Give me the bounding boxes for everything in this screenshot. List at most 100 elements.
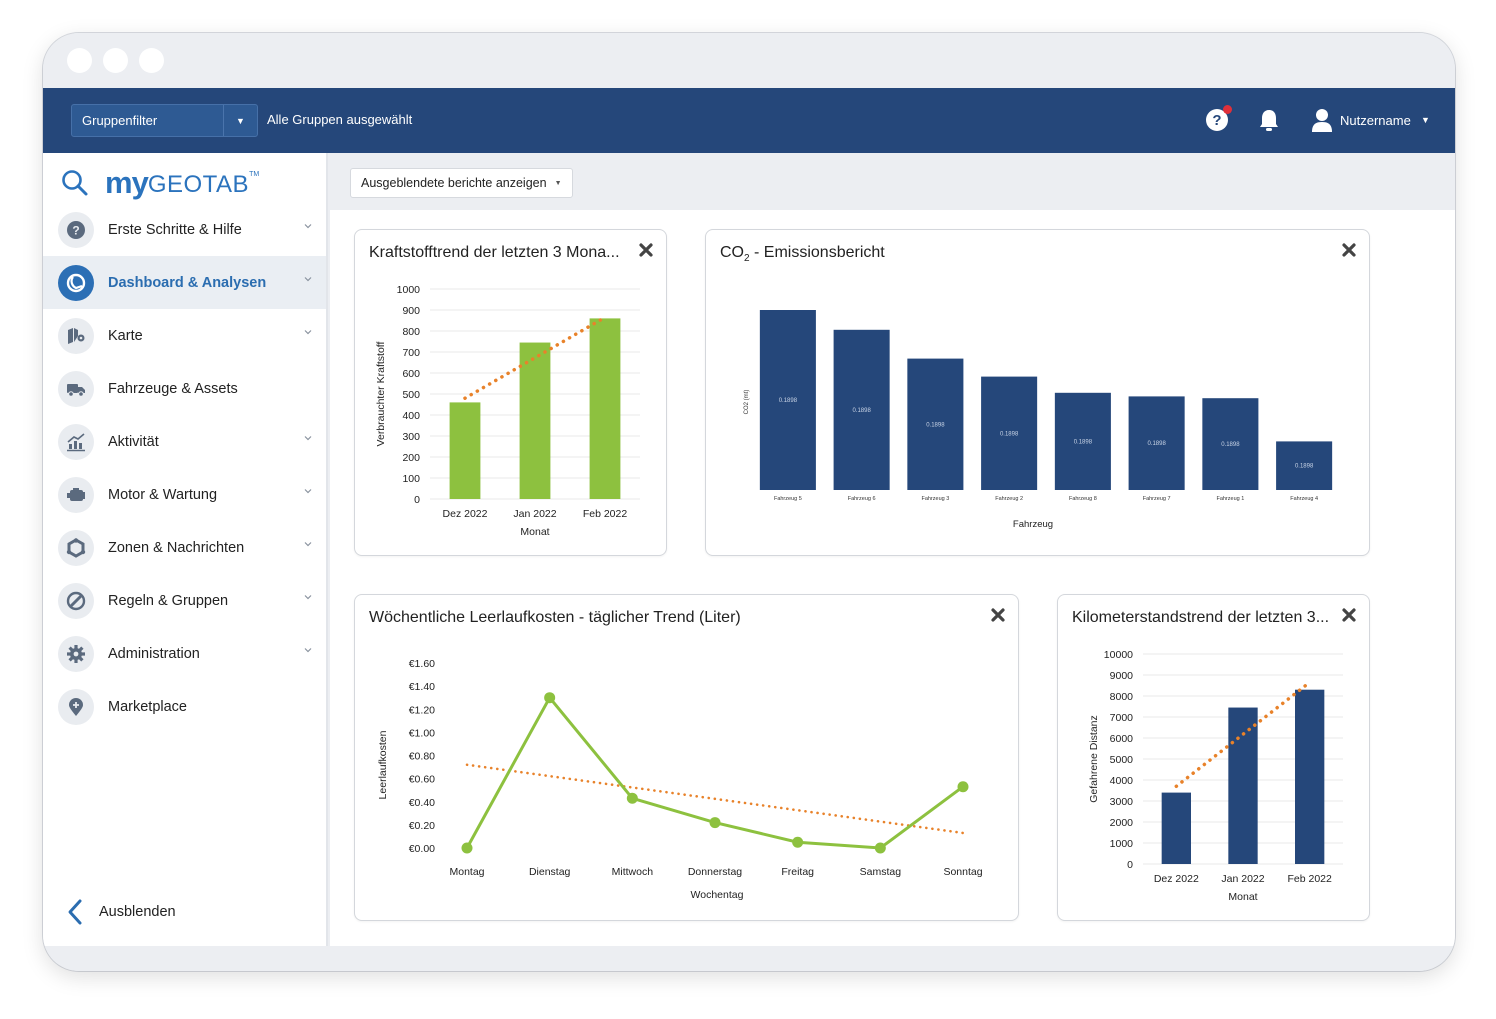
- chevron-down-icon[interactable]: [304, 434, 312, 442]
- brand-tm: TM: [249, 171, 260, 178]
- sidebar-item-label: Aktivität: [108, 433, 159, 450]
- window-control-dot[interactable]: [67, 48, 92, 73]
- bar-data-label: 0.1898: [1295, 464, 1314, 470]
- sidebar-item-administration[interactable]: Administration: [43, 627, 326, 680]
- y-axis-label: Gefahrene Distanz: [1088, 715, 1100, 803]
- group-filter-dropdown[interactable]: Gruppenfilter ▼: [71, 104, 258, 137]
- help-button[interactable]: ?: [1206, 105, 1232, 131]
- brand-name: GEOTAB: [147, 171, 250, 198]
- y-tick-label: 0: [1127, 859, 1133, 871]
- search-icon[interactable]: [61, 169, 89, 197]
- bar: [519, 342, 551, 499]
- y-tick-label: 100: [402, 473, 420, 485]
- question-mark-icon: ?: [1212, 111, 1222, 129]
- chevron-down-icon[interactable]: [304, 540, 312, 548]
- dashboard-content: 0 100 200 300 400 500 600 700 800 900 1000 Dez 2022…: [330, 210, 1455, 946]
- rules-icon: [58, 582, 94, 619]
- data-point: [957, 781, 969, 793]
- sidebar-item-label: Erste Schritte & Hilfe: [108, 221, 242, 238]
- chevron-down-icon[interactable]: [304, 487, 312, 495]
- sidebar-item-erste-schritte-hilfe[interactable]: ? Erste Schritte & Hilfe: [43, 203, 326, 256]
- x-tick-label: Fahrzeug 7: [1143, 496, 1171, 502]
- co2-emissions-chart: 0.1898 Fahrzeug 5 0.1898 Fahrzeug 6 0.1898 Fa…: [744, 310, 1333, 530]
- data-point: [874, 842, 886, 854]
- chevron-down-icon[interactable]: [304, 222, 312, 230]
- dashboard-toolbar: Ausgeblendete berichte anzeigen ▼: [330, 153, 1455, 210]
- y-tick-label: 800: [402, 326, 420, 338]
- sidebar-item-karte[interactable]: Karte: [43, 309, 326, 362]
- sidebar-item-label: Fahrzeuge & Assets: [108, 380, 238, 397]
- bar-data-label: 0.1898: [1221, 442, 1240, 448]
- data-point: [626, 792, 638, 804]
- x-tick-label: Fahrzeug 2: [995, 496, 1023, 502]
- y-axis-label: CO2 (mt): [744, 390, 750, 415]
- collapse-label: Ausblenden: [99, 904, 176, 920]
- brand-my: my: [105, 165, 149, 200]
- x-tick-label: Feb 2022: [583, 508, 628, 520]
- y-tick-label: €0.80: [409, 751, 435, 763]
- sidebar-item-marketplace[interactable]: Marketplace: [43, 680, 326, 733]
- x-axis-label: Wochentag: [691, 889, 744, 901]
- y-tick-label: 4000: [1110, 775, 1134, 787]
- bell-icon[interactable]: [1257, 108, 1281, 134]
- user-avatar-icon[interactable]: [1311, 108, 1333, 132]
- window-control-dot[interactable]: [103, 48, 128, 73]
- x-tick-label: Fahrzeug 1: [1216, 496, 1244, 502]
- x-tick-label: Sonntag: [943, 866, 982, 878]
- svg-text:?: ?: [72, 223, 79, 237]
- window-control-dot[interactable]: [139, 48, 164, 73]
- x-tick-label: Jan 2022: [1221, 873, 1264, 885]
- map-icon: [58, 317, 94, 354]
- sidebar-item-zonen-nachrichten[interactable]: Zonen & Nachrichten: [43, 521, 326, 574]
- sidebar-item-fahrzeuge-assets[interactable]: Fahrzeuge & Assets: [43, 362, 326, 415]
- chevron-down-icon[interactable]: ▼: [223, 105, 257, 136]
- x-axis-label: Monat: [1228, 891, 1257, 903]
- close-icon[interactable]: [638, 242, 654, 258]
- help-circle-icon: ?: [58, 211, 94, 248]
- y-tick-label: €0.20: [409, 820, 435, 832]
- x-tick-label: Feb 2022: [1287, 873, 1332, 885]
- fuel-trend-chart: 0 100 200 300 400 500 600 700 800 900 1000 Dez 2022…: [375, 284, 640, 538]
- y-tick-label: 3000: [1110, 796, 1134, 808]
- x-tick-label: Dez 2022: [1154, 873, 1199, 885]
- idle-cost-chart: €0.00 €0.20 €0.40 €0.60 €0.80 €1.00 €1.20 €1.40…: [377, 658, 983, 901]
- y-tick-label: 10000: [1104, 649, 1133, 661]
- sidebar-item-label: Marketplace: [108, 698, 187, 715]
- y-tick-label: €1.00: [409, 727, 435, 739]
- group-filter-label: Gruppenfilter: [82, 113, 158, 128]
- close-icon[interactable]: [1341, 607, 1357, 623]
- truck-icon: [58, 370, 94, 407]
- show-hidden-reports-dropdown[interactable]: Ausgeblendete berichte anzeigen ▼: [350, 168, 573, 198]
- chevron-down-icon[interactable]: [304, 275, 312, 283]
- dashboard-icon: [58, 264, 94, 301]
- x-tick-label: Dez 2022: [443, 508, 488, 520]
- zones-icon: [58, 529, 94, 566]
- bar-data-label: 0.1898: [926, 422, 945, 428]
- sidebar-item-dashboard-analysen[interactable]: Dashboard & Analysen: [43, 256, 326, 309]
- title-suffix: - Emissionsbericht: [749, 244, 885, 261]
- username-menu[interactable]: Nutzername: [1340, 113, 1411, 128]
- y-tick-label: 8000: [1110, 691, 1134, 703]
- y-tick-label: 1000: [1110, 838, 1134, 850]
- sidebar-item-regeln-gruppen[interactable]: Regeln & Gruppen: [43, 574, 326, 627]
- x-axis-label: Monat: [520, 526, 549, 538]
- chevron-down-icon[interactable]: [304, 646, 312, 654]
- bar: [1228, 707, 1258, 864]
- chevron-down-icon[interactable]: [304, 593, 312, 601]
- y-tick-label: 7000: [1110, 712, 1134, 724]
- sidebar-item-motor-wartung[interactable]: Motor & Wartung: [43, 468, 326, 521]
- close-icon[interactable]: [1341, 242, 1357, 258]
- chevron-down-icon[interactable]: ▼: [1421, 115, 1430, 125]
- close-icon[interactable]: [990, 607, 1006, 623]
- sidebar-item-label: Zonen & Nachrichten: [108, 539, 245, 556]
- card-title: Kilometerstandstrend der letzten 3...: [1072, 609, 1330, 626]
- x-tick-label: Fahrzeug 8: [1069, 496, 1097, 502]
- bar: [1161, 792, 1191, 864]
- collapse-sidebar-button[interactable]: Ausblenden: [65, 898, 176, 926]
- sidebar-item-aktivitaet[interactable]: Aktivität: [43, 415, 326, 468]
- y-tick-label: 600: [402, 368, 420, 380]
- gear-icon: [58, 635, 94, 672]
- x-tick-label: Jan 2022: [513, 508, 556, 520]
- notification-dot: [1223, 105, 1232, 114]
- chevron-down-icon[interactable]: [304, 328, 312, 336]
